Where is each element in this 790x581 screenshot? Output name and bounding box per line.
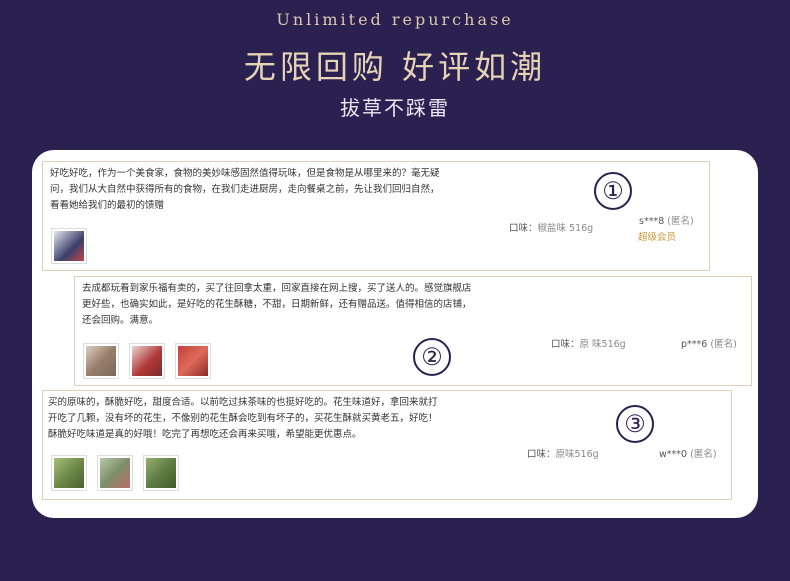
reviewer-name: s***8 (匿名) (639, 216, 694, 227)
review-card-3: 买的原味的，酥脆好吃，甜度合适。以前吃过抹茶味的也挺好吃的。花生味道好，拿回来就… (42, 390, 732, 500)
review-photo-thumbnail[interactable] (97, 455, 133, 491)
review-photo-thumbnail[interactable] (51, 228, 87, 264)
review-text: 去成都玩看到家乐福有卖的，买了往回拿太重，回家直接在网上搜，买了送人的。感觉旗舰… (82, 283, 472, 326)
review-number-badge: ② (413, 338, 451, 376)
reviewer-name: w***0 (匿名) (659, 449, 717, 460)
review-photo-thumbnail[interactable] (143, 455, 179, 491)
review-photos (51, 455, 179, 491)
taste-info: 口味：原味516g (527, 449, 599, 460)
review-number-badge: ① (594, 172, 632, 210)
review-number-badge: ③ (616, 405, 654, 443)
english-subtitle: Unlimited repurchase (276, 10, 514, 29)
review-photos (51, 228, 87, 264)
taste-info: 口味：原 味516g (551, 339, 626, 350)
review-card-2: 去成都玩看到家乐福有卖的，买了往回拿太重，回家直接在网上搜，买了送人的。感觉旗舰… (74, 276, 752, 386)
slogan: 拔草不踩雷 (340, 96, 450, 120)
review-photos (83, 343, 211, 379)
review-text: 买的原味的，酥脆好吃，甜度合适。以前吃过抹茶味的也挺好吃的。花生味道好，拿回来就… (48, 397, 438, 440)
review-card-1: 好吃好吃，作为一个美食家，食物的美妙味感固然值得玩味，但是食物是从哪里来的？毫无… (42, 161, 710, 271)
review-photo-thumbnail[interactable] (129, 343, 165, 379)
review-photo-thumbnail[interactable] (175, 343, 211, 379)
review-photo-thumbnail[interactable] (51, 455, 87, 491)
reviewer-name: p***6 (匿名) (681, 339, 737, 350)
page-title: 无限回购 好评如潮 (243, 48, 547, 86)
taste-info: 口味：椒盐味 516g (509, 223, 594, 234)
review-photo-thumbnail[interactable] (83, 343, 119, 379)
member-badge: 超级会员 (638, 232, 677, 243)
review-text: 好吃好吃，作为一个美食家，食物的美妙味感固然值得玩味，但是食物是从哪里来的？毫无… (50, 168, 440, 211)
